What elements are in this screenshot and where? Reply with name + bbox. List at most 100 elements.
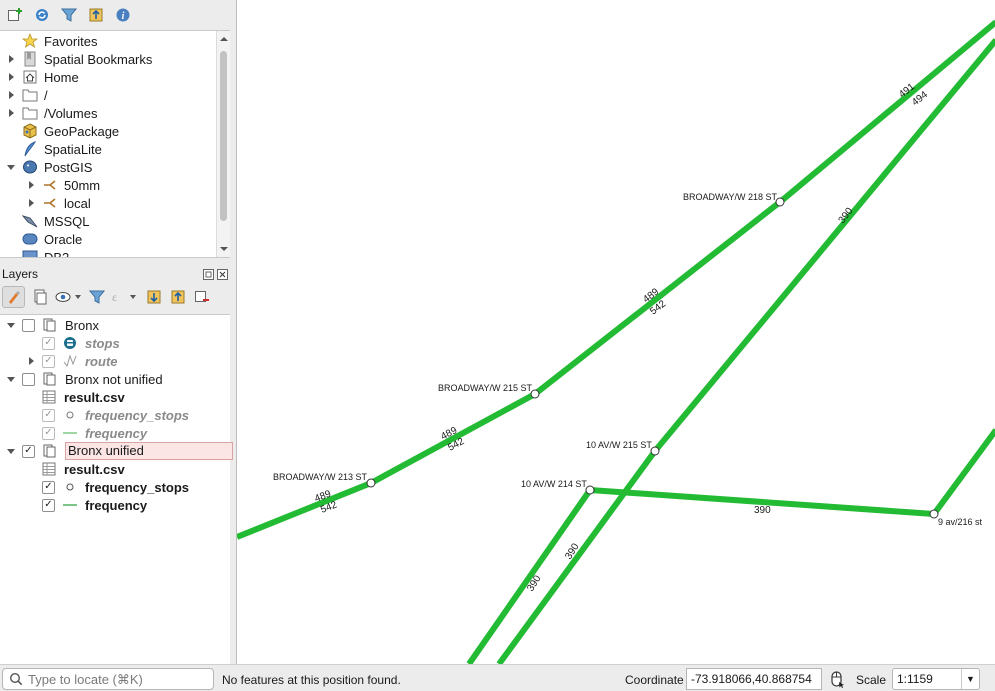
filter-legend-icon[interactable] xyxy=(87,288,106,307)
layer-label: Bronx unified xyxy=(65,442,233,460)
mouse-coordinate-toggle-icon[interactable] xyxy=(828,670,846,691)
layer-checkbox[interactable]: ✓ xyxy=(42,336,55,350)
locator-bar[interactable] xyxy=(2,668,214,690)
close-panel-icon[interactable] xyxy=(217,268,228,283)
stop-marker[interactable] xyxy=(929,509,939,519)
expand-arrow-icon[interactable] xyxy=(25,355,37,367)
layer-group-icon xyxy=(43,444,57,458)
remove-layer-icon[interactable] xyxy=(192,288,211,307)
layer-checkbox[interactable]: ✓ xyxy=(22,444,35,458)
browser-item-50mm[interactable]: 50mm xyxy=(25,176,100,194)
collapse-arrow-icon[interactable] xyxy=(5,319,17,331)
layer-route[interactable]: ✓ route xyxy=(25,352,118,370)
line-symbol-icon xyxy=(63,498,77,512)
star-icon xyxy=(22,33,38,49)
visibility-icon[interactable] xyxy=(54,288,82,307)
expand-arrow-icon[interactable] xyxy=(5,53,17,65)
collapse-all-icon[interactable] xyxy=(168,288,187,307)
route-10-av[interactable] xyxy=(496,38,995,666)
layer-label: Bronx not unified xyxy=(65,371,163,387)
expand-arrow-icon[interactable] xyxy=(25,197,37,209)
coordinate-field[interactable]: -73.918066,40.868754 xyxy=(686,668,822,690)
layer-stops[interactable]: ✓ stops xyxy=(42,334,120,352)
browser-item-local[interactable]: local xyxy=(25,194,91,212)
expand-arrow-icon[interactable] xyxy=(5,107,17,119)
scale-combobox[interactable]: 1:1159 ▼ xyxy=(892,668,980,690)
layer-checkbox[interactable]: ✓ xyxy=(42,498,55,512)
status-message: No features at this position found. xyxy=(222,673,401,687)
layer-group-bronx-not-unified[interactable]: Bronx not unified xyxy=(5,370,163,388)
collapse-arrow-icon[interactable] xyxy=(5,373,17,385)
filter-expression-icon[interactable]: ε xyxy=(111,288,139,307)
scroll-up-icon[interactable] xyxy=(217,33,230,45)
layer-result-csv[interactable]: result.csv xyxy=(42,460,125,478)
scroll-down-icon[interactable] xyxy=(217,243,230,255)
browser-item-spatialite[interactable]: SpatiaLite xyxy=(22,140,102,158)
browser-item-postgis[interactable]: PostGIS xyxy=(5,158,92,176)
browser-item-oracle[interactable]: Oracle xyxy=(22,230,82,248)
stop-marker[interactable] xyxy=(366,478,376,488)
layer-checkbox[interactable]: ✓ xyxy=(42,426,55,440)
layer-frequency[interactable]: ✓ frequency xyxy=(42,424,147,442)
scroll-thumb[interactable] xyxy=(220,51,227,221)
browser-item-geopackage[interactable]: GeoPackage xyxy=(22,122,119,140)
layer-checkbox[interactable]: ✓ xyxy=(42,480,55,494)
db2-icon xyxy=(22,249,38,257)
stop-label: 10 AV/W 215 ST xyxy=(586,440,652,450)
stop-label: 9 av/216 st xyxy=(938,517,983,527)
route-9-av[interactable] xyxy=(931,428,995,516)
expand-arrow-icon[interactable] xyxy=(5,89,17,101)
browser-tree[interactable]: Favorites Spatial Bookmarks Home / /Volu… xyxy=(0,30,230,258)
stop-marker[interactable] xyxy=(650,446,660,456)
browser-item-db2[interactable]: DB2 xyxy=(22,248,69,257)
layer-frequency[interactable]: ✓ frequency xyxy=(42,496,147,514)
add-group-icon[interactable] xyxy=(30,288,49,307)
style-panel-icon[interactable] xyxy=(2,286,25,308)
collapse-arrow-icon[interactable] xyxy=(5,445,17,457)
layer-checkbox[interactable]: ✓ xyxy=(42,408,55,422)
info-icon[interactable]: i xyxy=(113,5,132,24)
browser-item-label: GeoPackage xyxy=(44,123,120,139)
stop-marker[interactable] xyxy=(775,197,785,207)
browser-item-label: Favorites xyxy=(44,33,98,49)
layer-group-bronx-unified[interactable]: ✓ Bronx unified xyxy=(5,442,233,460)
layer-label: frequency_stops xyxy=(85,407,190,423)
add-layer-icon[interactable] xyxy=(5,5,24,24)
browser-item-mssql[interactable]: MSSQL xyxy=(22,212,90,230)
browser-item-label: Spatial Bookmarks xyxy=(44,51,153,67)
filter-icon[interactable] xyxy=(59,5,78,24)
browser-scrollbar[interactable] xyxy=(216,31,230,257)
stop-marker[interactable] xyxy=(530,389,540,399)
expand-arrow-icon[interactable] xyxy=(25,179,37,191)
oracle-icon xyxy=(22,231,38,247)
svg-text:ε: ε xyxy=(112,290,117,304)
browser-item-favorites[interactable]: Favorites xyxy=(22,32,97,50)
collapse-all-icon[interactable] xyxy=(86,5,105,24)
layer-checkbox[interactable] xyxy=(22,318,35,332)
browser-item-volumes[interactable]: /Volumes xyxy=(5,104,97,122)
collapse-arrow-icon[interactable] xyxy=(5,161,17,173)
browser-item-home[interactable]: Home xyxy=(5,68,79,86)
route-10-av-branch[interactable] xyxy=(466,488,593,666)
layer-frequency-stops[interactable]: ✓ frequency_stops xyxy=(42,478,189,496)
chevron-down-icon[interactable]: ▼ xyxy=(961,669,979,689)
browser-item-label: /Volumes xyxy=(44,105,98,121)
route-broadway[interactable] xyxy=(235,19,995,540)
expand-all-icon[interactable] xyxy=(144,288,163,307)
scale-value: 1:1159 xyxy=(897,672,933,686)
browser-item-spatial-bookmarks[interactable]: Spatial Bookmarks xyxy=(5,50,152,68)
layer-result-csv[interactable]: result.csv xyxy=(42,388,125,406)
stop-marker[interactable] xyxy=(585,485,595,495)
map-canvas[interactable]: BROADWAY/W 218 ST BROADWAY/W 215 ST BROA… xyxy=(235,0,995,666)
locator-input[interactable] xyxy=(28,671,208,687)
refresh-icon[interactable] xyxy=(32,5,51,24)
layers-tree[interactable]: Bronx ✓ stops ✓ route Bronx not unified … xyxy=(0,314,233,664)
expand-arrow-icon[interactable] xyxy=(5,71,17,83)
layer-checkbox[interactable] xyxy=(22,372,35,386)
map-svg[interactable]: BROADWAY/W 218 ST BROADWAY/W 215 ST BROA… xyxy=(235,0,995,666)
browser-item-root[interactable]: / xyxy=(5,86,48,104)
layer-frequency-stops[interactable]: ✓ frequency_stops xyxy=(42,406,189,424)
float-panel-icon[interactable] xyxy=(203,268,214,283)
layer-group-bronx[interactable]: Bronx xyxy=(5,316,99,334)
layer-checkbox[interactable]: ✓ xyxy=(42,354,55,368)
